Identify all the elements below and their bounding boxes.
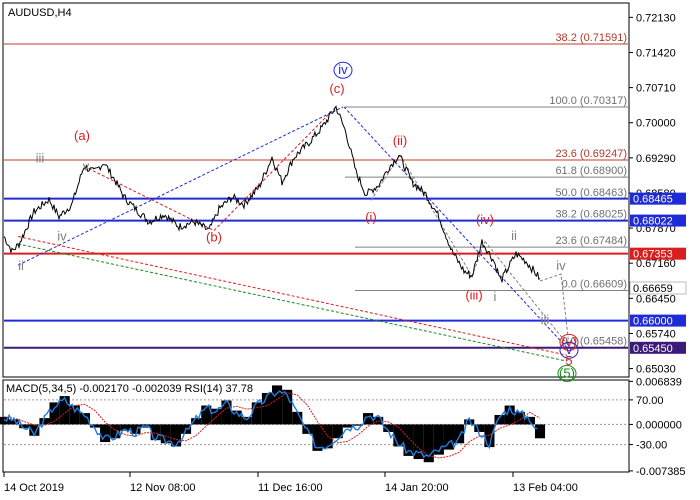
wave-label: i [494,289,497,304]
y-tick-label: 0.70000 [636,118,676,130]
x-axis: 14 Oct 2019 12 Nov 08:00 11 Dec 16:00 14 Ja… [3,472,578,494]
fib-level-label: 23.6 (0.69247) [555,148,627,160]
fib-level-label: 0.0 (0.66609) [562,278,627,290]
macd-bar [534,424,546,439]
wave-label: (c) [329,81,344,96]
y-tick-label: 0.66450 [636,293,676,305]
ind-y-tick-label: 70.00 [636,395,664,407]
y-axis-main: 0.721300.714200.707100.700000.692900.685… [629,12,687,376]
macd-bar [160,424,171,444]
macd-bar [261,392,272,425]
macd-bar [251,402,262,425]
wave-label: (i) [365,210,377,225]
y-axis-indicator: 0.006839 70.00 0.000000 -30.00 -0.007385 [629,376,686,478]
fib-level-label: 38.2 (0.71591) [555,32,627,44]
ind-y-tick-label: 0.006839 [636,376,682,388]
forex-chart: 38.2 (0.71591) 100.0 (0.70317) 23.6 (0.692… [0,2,687,494]
x-tick-label: 14 Jan 20:00 [385,482,449,494]
wave-label: iv [338,62,348,77]
wave-label: (iv) [476,212,494,227]
wave-label: iii [541,312,550,327]
wave-label: v [83,159,90,174]
x-tick-label: 12 Nov 08:00 [130,482,195,494]
y-tick-label: 0.65740 [636,328,676,340]
price-badge-label: 0.66000 [633,316,673,328]
wave-label: iv [556,258,566,273]
price-badge-label: 0.65450 [633,343,673,355]
ind-y-tick-label: -0.007385 [636,466,686,478]
wave-label: (a) [74,128,90,143]
y-tick-label: 0.69290 [636,153,676,165]
wave-label: ii [18,258,24,273]
x-tick-label: 13 Feb 04:00 [513,482,578,494]
macd-bar [454,424,465,444]
fib-level-label: 50.0 (0.68463) [555,187,627,199]
fib-level-label: 61.8 (0.68900) [555,165,627,177]
price-badge-label: 0.68022 [633,216,673,228]
y-tick-label: 0.70710 [636,83,676,95]
fib-level-label: 23.6 (0.67484) [555,235,627,247]
x-tick-label: 11 Dec 16:00 [258,482,323,494]
x-tick-label: 14 Oct 2019 [4,482,64,494]
wave-label: (ii) [393,133,407,148]
current-price-label: 0.66659 [633,283,673,295]
wave-label: (5) [559,365,575,380]
wave-label: ii [511,228,517,243]
wave-label: (iii) [465,287,482,302]
price-badge-label: 0.68465 [633,194,673,206]
y-tick-label: 0.71420 [636,47,676,59]
price-badge-label: 0.67353 [633,249,673,261]
wave-label: iii [36,150,45,165]
wave-label: iv [57,228,67,243]
y-tick-label: 0.72130 [636,12,676,24]
indicator-title: MACD(5,34,5) -0.002170 -0.002039 RSI(14)… [6,383,253,395]
wave-label: (b) [206,229,222,244]
fib-level-label: 38.2 (0.68025) [555,208,627,220]
symbol-title: AUDUSD,H4 [8,7,72,19]
ind-y-tick-label: -30.00 [636,440,667,452]
ind-y-tick-label: 0.000000 [636,419,682,431]
macd-bar [100,424,111,443]
fib-level-label: 100.0 (0.70317) [549,95,627,107]
macd-bar [221,400,232,425]
y-tick-label: 0.65030 [636,364,676,376]
